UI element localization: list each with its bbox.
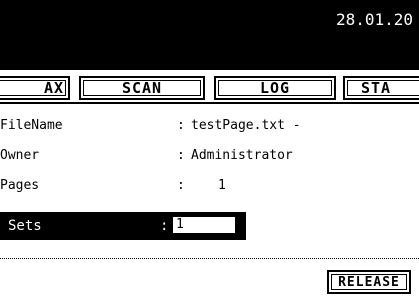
owner-label: Owner	[0, 148, 40, 163]
filename-value: testPage.txt -	[191, 118, 301, 133]
filename-label: FileName	[0, 118, 63, 133]
pages-row: Pages : 1	[0, 178, 419, 198]
sets-row[interactable]: Sets : 1	[0, 212, 246, 240]
filename-row: FileName : testPage.txt -	[0, 118, 419, 138]
owner-row: Owner : Administrator	[0, 148, 419, 168]
pages-value: 1	[218, 178, 226, 193]
pages-label: Pages	[0, 178, 40, 193]
release-button[interactable]: RELEASE	[327, 270, 411, 294]
divider	[0, 258, 419, 259]
tab-scan[interactable]: SCAN	[79, 76, 205, 100]
status-bar: 28.01.20	[0, 0, 419, 70]
tab-fax[interactable]: AX	[0, 76, 70, 100]
tab-status[interactable]: STA	[343, 76, 419, 100]
owner-value: Administrator	[191, 148, 293, 163]
tab-bar: AX SCAN LOG STA	[0, 70, 419, 105]
pages-colon: :	[177, 178, 185, 193]
filename-colon: :	[177, 118, 185, 133]
sets-colon: :	[160, 218, 169, 234]
sets-input[interactable]: 1	[172, 216, 236, 234]
tab-bar-rule	[0, 102, 419, 104]
tab-log[interactable]: LOG	[214, 76, 336, 100]
date-time: 28.01.20	[335, 10, 413, 29]
owner-colon: :	[177, 148, 185, 163]
sets-label: Sets	[8, 218, 42, 234]
